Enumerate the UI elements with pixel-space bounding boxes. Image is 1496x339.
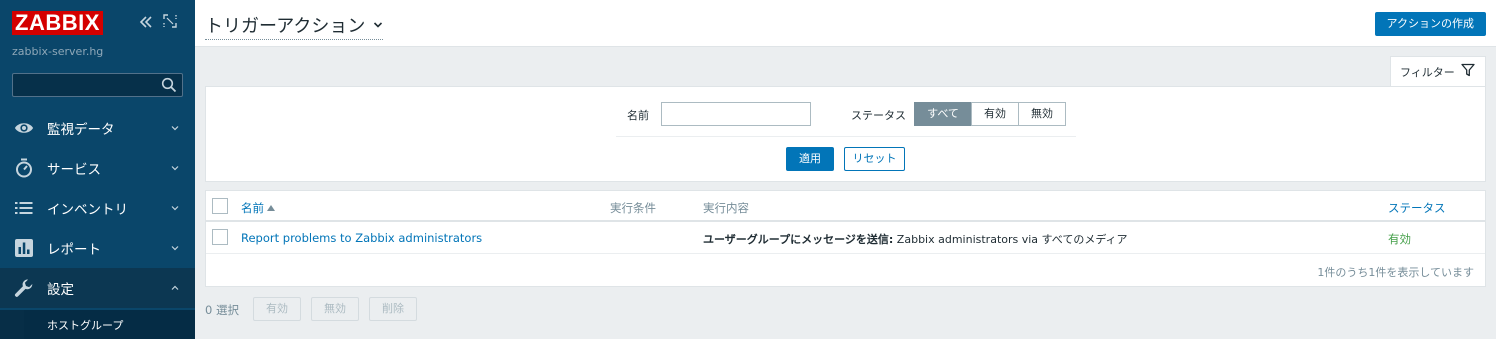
status-filter-label: ステータス: [851, 109, 906, 122]
filter-icon: [1461, 63, 1475, 77]
page-title[interactable]: トリガーアクション: [205, 12, 384, 40]
operation-label: ユーザーグループにメッセージを送信:: [703, 233, 894, 246]
chevron-up-icon: [171, 285, 179, 290]
action-operations: ユーザーグループにメッセージを送信: Zabbix administrators…: [703, 231, 1128, 247]
create-action-button[interactable]: アクションの作成: [1374, 12, 1486, 36]
search-icon[interactable]: [161, 77, 177, 93]
filter-divider: [616, 136, 1076, 137]
column-header-status[interactable]: ステータス: [1388, 200, 1446, 216]
list-icon: [14, 198, 34, 218]
column-header-operations: 実行内容: [703, 201, 749, 215]
sidebar-item-services[interactable]: サービス: [0, 148, 195, 188]
sidebar-item-label: 設定: [47, 282, 74, 298]
chevron-down-icon: [171, 206, 179, 211]
status-option-all[interactable]: すべて: [914, 102, 972, 126]
action-name-link[interactable]: Report problems to Zabbix administrators: [241, 231, 482, 245]
delete-button[interactable]: 削除: [369, 297, 417, 321]
sort-asc-icon: [267, 205, 275, 211]
sidebar-search[interactable]: [12, 73, 183, 97]
enable-button[interactable]: 有効: [253, 297, 301, 321]
wrench-icon: [14, 278, 34, 298]
sidebar-item-label: サービス: [47, 162, 101, 178]
table-row: Report problems to Zabbix administrators…: [206, 222, 1485, 254]
sidebar-item-reports[interactable]: レポート: [0, 228, 195, 268]
actions-table: 名前 実行条件 実行内容 ステータス Report problems to Za…: [205, 190, 1486, 287]
stopwatch-icon: [14, 158, 34, 178]
chevron-down-icon: [171, 166, 179, 171]
status-option-disabled[interactable]: 無効: [1018, 102, 1066, 126]
expand-icon[interactable]: [163, 14, 177, 33]
chevron-down-icon: [171, 126, 179, 131]
chevron-down-icon: [171, 246, 179, 251]
zabbix-logo[interactable]: ZABBIX: [12, 11, 103, 35]
select-all-checkbox[interactable]: [212, 198, 228, 214]
column-header-conditions: 実行条件: [610, 201, 656, 215]
eye-icon: [14, 118, 34, 138]
sidebar-item-label: インベントリ: [47, 202, 128, 218]
filter-tab[interactable]: フィルター: [1390, 56, 1486, 87]
sidebar-item-inventory[interactable]: インベントリ: [0, 188, 195, 228]
search-input[interactable]: [13, 74, 153, 96]
table-header-row: 名前 実行条件 実行内容 ステータス: [206, 191, 1485, 222]
apply-button[interactable]: 適用: [786, 147, 834, 171]
column-header-label: 名前: [241, 201, 264, 215]
filter-panel: 名前 ステータス すべて 有効 無効 適用 リセット: [205, 86, 1486, 182]
chevron-down-icon[interactable]: [373, 20, 383, 30]
submenu-indent: [0, 310, 24, 339]
page-header: トリガーアクション アクションの作成: [195, 0, 1496, 47]
disable-button[interactable]: 無効: [311, 297, 359, 321]
sidebar-item-label: レポート: [47, 242, 101, 258]
filter-tab-label: フィルター: [1400, 66, 1455, 79]
sidebar: ZABBIX zabbix-server.hg 監視データ サービス インベント…: [0, 0, 195, 339]
sidebar-item-label: 監視データ: [47, 122, 115, 138]
name-filter-label: 名前: [627, 109, 649, 122]
column-header-name[interactable]: 名前: [241, 200, 275, 216]
page-title-text: トリガーアクション: [205, 16, 366, 37]
reset-button[interactable]: リセット: [844, 147, 905, 171]
selected-count: 0 選択: [205, 303, 239, 317]
table-paging-info: 1件のうち1件を表示しています: [1317, 266, 1474, 279]
sidebar-item-monitoring[interactable]: 監視データ: [0, 108, 195, 148]
double-chevron-left-icon[interactable]: [138, 14, 154, 35]
sidebar-item-configuration[interactable]: 設定: [0, 268, 195, 308]
row-checkbox[interactable]: [212, 229, 228, 245]
sidebar-subitem-host-groups[interactable]: ホストグループ: [24, 310, 195, 339]
operation-detail: Zabbix administrators via すべてのメディア: [893, 233, 1128, 246]
bar-chart-icon: [14, 238, 34, 258]
name-filter-input[interactable]: [662, 103, 810, 125]
status-toggle[interactable]: 有効: [1388, 231, 1411, 247]
status-option-enabled[interactable]: 有効: [971, 102, 1019, 126]
server-name: zabbix-server.hg: [12, 45, 104, 58]
name-filter-field[interactable]: [661, 102, 811, 126]
